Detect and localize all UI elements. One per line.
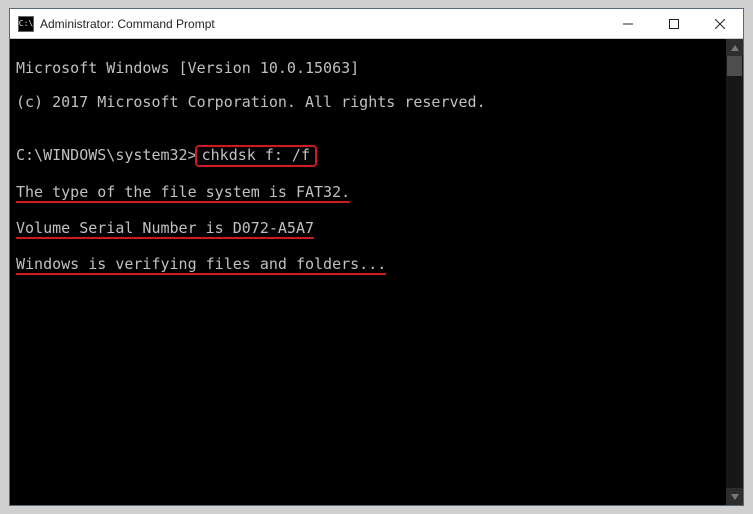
maximize-button[interactable] <box>651 9 697 38</box>
command-prompt-window: C:\ Administrator: Command Prompt Micros… <box>9 8 744 506</box>
prompt-prefix: C:\WINDOWS\system32> <box>16 146 197 164</box>
scroll-down-button[interactable] <box>726 488 743 505</box>
window-title: Administrator: Command Prompt <box>40 17 605 31</box>
terminal-output[interactable]: Microsoft Windows [Version 10.0.15063] (… <box>10 39 743 505</box>
vertical-scrollbar[interactable] <box>726 39 743 505</box>
cmd-icon: C:\ <box>18 16 34 32</box>
close-button[interactable] <box>697 9 743 38</box>
cmd-icon-label: C:\ <box>19 19 33 28</box>
minimize-button[interactable] <box>605 9 651 38</box>
output-line: Volume Serial Number is D072-A5A7 <box>16 220 314 239</box>
titlebar[interactable]: C:\ Administrator: Command Prompt <box>10 9 743 39</box>
output-line: Windows is verifying files and folders..… <box>16 256 386 275</box>
entered-command: chkdsk f: /f <box>195 145 317 167</box>
output-line: The type of the file system is FAT32. <box>16 184 350 203</box>
prompt-line: C:\WINDOWS\system32>chkdsk f: /f <box>16 145 737 167</box>
output-line: Microsoft Windows [Version 10.0.15063] <box>16 60 737 77</box>
window-controls <box>605 9 743 38</box>
scroll-track[interactable] <box>726 56 743 488</box>
scroll-up-button[interactable] <box>726 39 743 56</box>
output-line: (c) 2017 Microsoft Corporation. All righ… <box>16 94 737 111</box>
scroll-thumb[interactable] <box>727 56 742 76</box>
